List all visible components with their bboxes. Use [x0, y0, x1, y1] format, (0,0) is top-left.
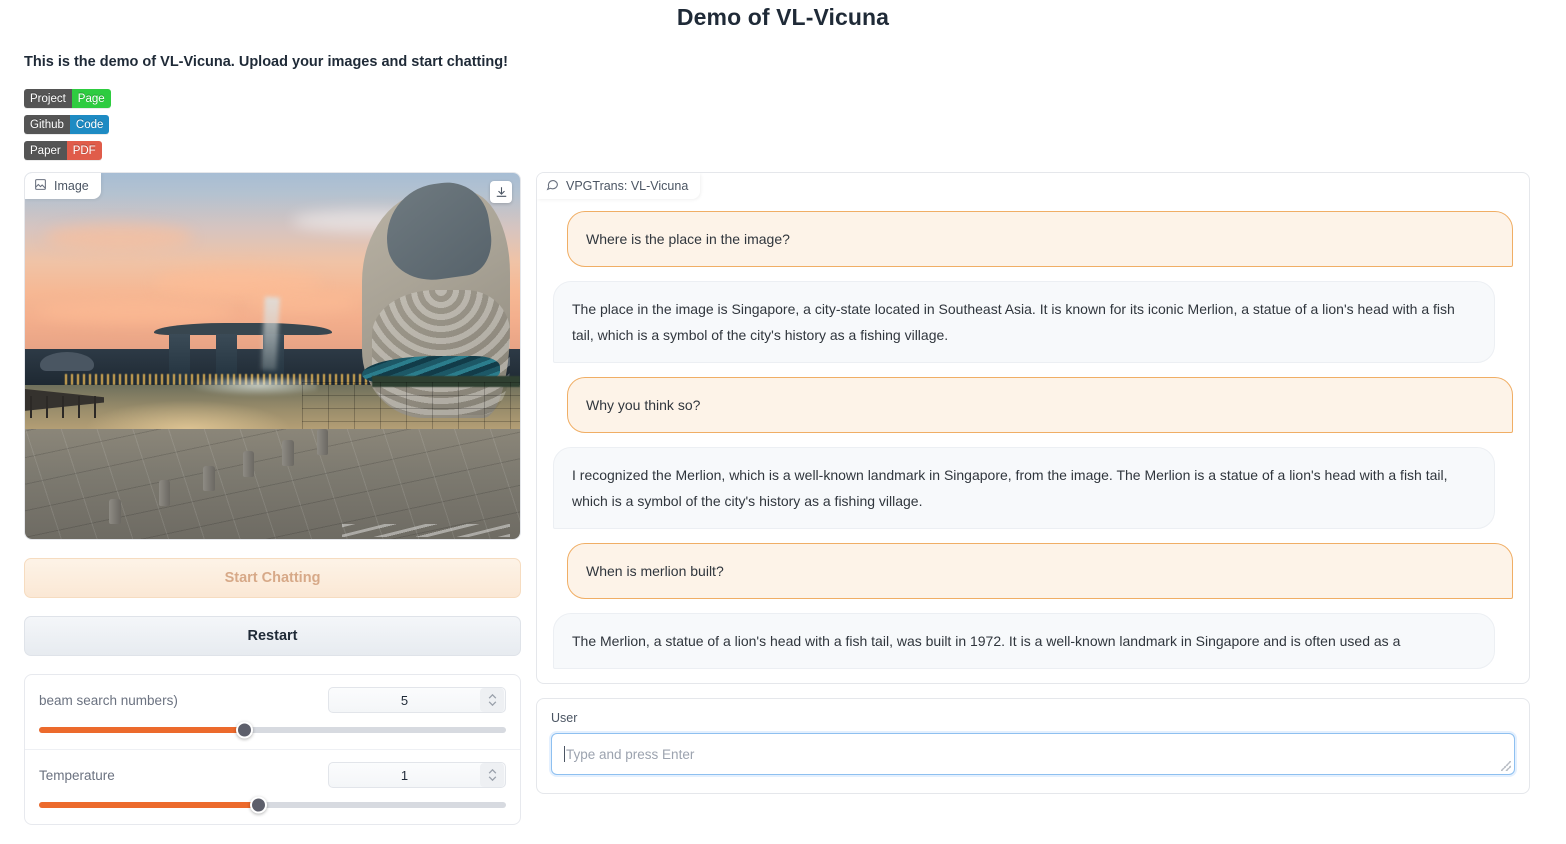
- temperature-value: 1: [400, 767, 409, 783]
- chat-message-list[interactable]: Where is the place in the image? The plac…: [537, 173, 1529, 683]
- user-input-textarea[interactable]: Type and press Enter: [551, 733, 1515, 775]
- chatbot-tab-label: VPGTrans: VL-Vicuna: [566, 179, 689, 193]
- start-chatting-button[interactable]: Start Chatting: [24, 558, 521, 598]
- chat-bubble-icon: [546, 178, 559, 194]
- bot-message: The place in the image is Singapore, a c…: [553, 281, 1495, 363]
- badge-left-label: Paper: [24, 141, 67, 160]
- left-panel: Image Start Chatting Restart beam search…: [24, 172, 521, 825]
- intro-text: This is the demo of VL-Vicuna. Upload yo…: [24, 54, 508, 70]
- badge-left-label: Github: [24, 115, 70, 134]
- bot-message: I recognized the Merlion, which is a wel…: [553, 447, 1495, 529]
- user-message: Where is the place in the image?: [567, 211, 1513, 267]
- beam-search-label: beam search numbers): [39, 692, 178, 708]
- user-message: Why you think so?: [567, 377, 1513, 433]
- badge-project-page[interactable]: Project Page: [24, 89, 111, 108]
- temperature-label: Temperature: [39, 767, 115, 783]
- badge-paper-pdf[interactable]: Paper PDF: [24, 141, 102, 160]
- image-upload-panel[interactable]: Image: [24, 172, 521, 540]
- temperature-number-input[interactable]: 1: [328, 762, 506, 788]
- chatbot-tab: VPGTrans: VL-Vicuna: [537, 173, 701, 199]
- text-caret: [564, 746, 565, 762]
- temperature-row: Temperature 1: [25, 749, 520, 824]
- image-icon: [34, 178, 47, 194]
- generation-settings-panel: beam search numbers) 5 Temperature 1: [24, 674, 521, 825]
- image-tab-label: Image: [54, 179, 89, 193]
- user-input-label: User: [551, 711, 578, 725]
- beam-search-number-input[interactable]: 5: [328, 687, 506, 713]
- badge-left-label: Project: [24, 89, 72, 108]
- beam-search-value: 5: [400, 692, 409, 708]
- temperature-stepper[interactable]: [480, 763, 504, 787]
- bot-message: The Merlion, a statue of a lion's head w…: [553, 613, 1495, 669]
- badge-list: Project Page Github Code Paper PDF: [24, 89, 111, 167]
- beam-search-stepper[interactable]: [480, 688, 504, 712]
- temperature-slider[interactable]: [39, 796, 506, 814]
- textarea-resize-handle[interactable]: [1501, 761, 1511, 771]
- beam-search-row: beam search numbers) 5: [25, 675, 520, 749]
- badge-right-label: Code: [69, 115, 110, 134]
- restart-button[interactable]: Restart: [24, 616, 521, 656]
- user-message: When is merlion built?: [567, 543, 1513, 599]
- user-input-panel: User Type and press Enter: [536, 698, 1530, 794]
- download-icon[interactable]: [490, 181, 512, 203]
- app-root: Demo of VL-Vicuna This is the demo of VL…: [0, 0, 1566, 844]
- chatbot-panel: VPGTrans: VL-Vicuna Where is the place i…: [536, 172, 1530, 684]
- page-title: Demo of VL-Vicuna: [676, 4, 890, 30]
- beam-search-slider[interactable]: [39, 721, 506, 739]
- badge-right-label: Page: [71, 89, 111, 108]
- uploaded-image: [25, 173, 520, 539]
- badge-github-code[interactable]: Github Code: [24, 115, 110, 134]
- chat-scrollbar[interactable]: [1520, 205, 1526, 677]
- badge-right-label: PDF: [66, 141, 102, 160]
- image-tab: Image: [25, 173, 101, 199]
- user-input-placeholder: Type and press Enter: [566, 746, 695, 762]
